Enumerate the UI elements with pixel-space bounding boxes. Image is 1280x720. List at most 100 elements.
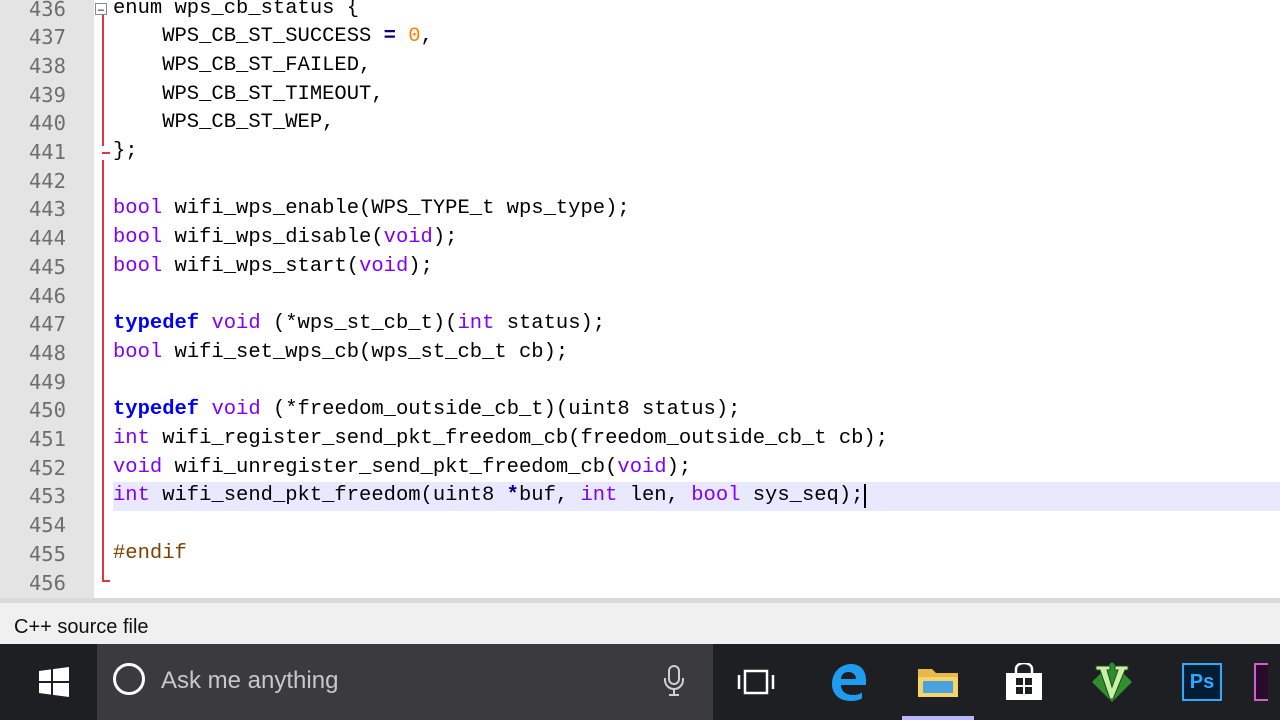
code-line[interactable]: 456: [0, 569, 1280, 598]
code-line[interactable]: 444 bool wifi_wps_disable(void);: [0, 224, 1280, 253]
photoshop-icon[interactable]: Ps: [1166, 644, 1238, 720]
code-token: sys_seq);: [740, 484, 864, 508]
code-line[interactable]: 442: [0, 167, 1280, 196]
edge-icon[interactable]: [812, 644, 884, 720]
search-input[interactable]: Ask me anything: [161, 666, 338, 696]
code-token: );: [432, 226, 458, 250]
code-token: bool: [113, 254, 163, 278]
line-number: 450: [28, 398, 66, 423]
code-token: status);: [494, 312, 606, 336]
code-token: bool: [113, 340, 163, 364]
code-text[interactable]: };: [113, 138, 138, 167]
code-editor[interactable]: − 436 enum wps_cb_status {437 WPS_CB_ST_S…: [0, 0, 1280, 598]
code-line[interactable]: 441};: [0, 138, 1280, 167]
code-line[interactable]: 443 bool wifi_wps_enable(WPS_TYPE_t wps_t…: [0, 195, 1280, 224]
line-number: 447: [28, 312, 66, 337]
line-number: 448: [28, 340, 66, 365]
code-line[interactable]: 437 WPS_CB_ST_SUCCESS = 0,: [0, 23, 1280, 52]
code-token: buf,: [518, 484, 581, 508]
line-number: 446: [28, 283, 66, 308]
code-text[interactable]: typedef void (*freedom_outside_cb_t)(uin…: [113, 396, 740, 425]
code-text[interactable]: typedef void (*wps_st_cb_t)(int status);: [113, 310, 605, 339]
cortana-icon[interactable]: [113, 663, 145, 695]
line-number: 449: [28, 369, 66, 394]
code-text[interactable]: enum wps_cb_status {: [113, 0, 359, 23]
microphone-icon[interactable]: [663, 664, 685, 703]
code-token: int: [580, 484, 618, 508]
code-token: wifi_set_wps_cb(wps_st_cb_t cb);: [162, 340, 569, 364]
code-token: wifi_wps_disable(: [162, 226, 384, 250]
code-token: bool: [113, 226, 163, 250]
code-token: };: [113, 140, 138, 163]
code-line[interactable]: 446: [0, 282, 1280, 311]
code-line[interactable]: 447 typedef void (*wps_st_cb_t)(int statu…: [0, 310, 1280, 339]
code-token: void: [617, 455, 667, 479]
code-text[interactable]: bool wifi_wps_start(void);: [113, 253, 433, 282]
code-token: void: [113, 455, 163, 479]
line-number: 443: [28, 197, 66, 222]
code-line[interactable]: 451 int wifi_register_send_pkt_freedom_cb…: [0, 425, 1280, 454]
code-token: typedef: [113, 398, 200, 422]
code-line[interactable]: 454: [0, 511, 1280, 540]
code-line[interactable]: 453 int wifi_send_pkt_freedom(uint8 *buf,…: [0, 482, 1280, 512]
code-text[interactable]: bool wifi_set_wps_cb(wps_st_cb_t cb);: [113, 339, 568, 368]
code-text[interactable]: int wifi_register_send_pkt_freedom_cb(fr…: [113, 425, 888, 454]
vim-icon[interactable]: [1076, 644, 1148, 720]
code-token: wifi_send_pkt_freedom(uint8: [149, 484, 507, 508]
app-icon-partial[interactable]: [1254, 644, 1280, 720]
code-token: void: [383, 226, 433, 250]
line-number: 440: [28, 111, 66, 136]
code-token: ,: [420, 25, 433, 49]
code-text[interactable]: WPS_CB_ST_SUCCESS = 0,: [113, 23, 433, 52]
code-token: wifi_register_send_pkt_freedom_cb(freedo…: [149, 427, 889, 450]
code-text[interactable]: int wifi_send_pkt_freedom(uint8 *buf, in…: [113, 482, 863, 511]
code-token: wifi_wps_enable(WPS_TYPE_t wps_type);: [162, 197, 630, 221]
code-token: #endif: [113, 541, 187, 565]
code-token: wifi_unregister_send_pkt_freedom_cb(: [162, 455, 618, 479]
line-number: 455: [28, 541, 66, 566]
line-number: 451: [28, 427, 66, 451]
code-token: 0: [408, 25, 421, 49]
line-number: 437: [28, 25, 66, 50]
line-number: 439: [28, 82, 66, 107]
code-token: int: [457, 312, 495, 336]
code-token: int: [113, 427, 150, 450]
code-token: wifi_wps_start(: [162, 254, 360, 278]
code-line[interactable]: 440 WPS_CB_ST_WEP,: [0, 109, 1280, 138]
code-line[interactable]: 448 bool wifi_set_wps_cb(wps_st_cb_t cb);: [0, 339, 1280, 368]
code-line[interactable]: 438 WPS_CB_ST_FAILED,: [0, 52, 1280, 81]
code-token: enum wps_cb_status {: [113, 0, 360, 20]
task-view-icon[interactable]: [720, 644, 792, 720]
code-line[interactable]: 450 typedef void (*freedom_outside_cb_t)(…: [0, 396, 1280, 425]
store-icon[interactable]: [988, 644, 1060, 720]
code-line[interactable]: 449: [0, 368, 1280, 397]
line-number: 441: [28, 140, 66, 164]
code-text[interactable]: WPS_CB_ST_FAILED,: [113, 52, 371, 81]
code-token: len,: [617, 484, 692, 508]
code-token: void: [359, 254, 409, 278]
photoshop-label: Ps: [1182, 663, 1222, 701]
search-box[interactable]: Ask me anything: [97, 644, 713, 720]
code-token: );: [666, 455, 692, 479]
code-line[interactable]: 436 enum wps_cb_status {: [0, 0, 1280, 23]
code-line[interactable]: 439 WPS_CB_ST_TIMEOUT,: [0, 81, 1280, 110]
code-text[interactable]: #endif: [113, 540, 187, 569]
code-text[interactable]: bool wifi_wps_enable(WPS_TYPE_t wps_type…: [113, 195, 630, 224]
line-number: 454: [28, 513, 66, 538]
file-explorer-icon[interactable]: [902, 644, 974, 720]
code-text[interactable]: void wifi_unregister_send_pkt_freedom_cb…: [113, 454, 691, 483]
code-token: typedef: [113, 312, 200, 336]
code-line[interactable]: 455 #endif: [0, 540, 1280, 569]
windows-start-icon[interactable]: [16, 644, 92, 720]
line-number: 453: [28, 484, 66, 509]
code-text[interactable]: WPS_CB_ST_WEP,: [113, 109, 334, 138]
text-caret: [864, 484, 867, 509]
code-line[interactable]: 452 void wifi_unregister_send_pkt_freedom…: [0, 454, 1280, 483]
code-token: WPS_CB_ST_FAILED,: [113, 53, 372, 77]
code-text[interactable]: bool wifi_wps_disable(void);: [113, 224, 457, 253]
code-token: WPS_CB_ST_WEP,: [113, 111, 335, 135]
code-token: WPS_CB_ST_SUCCESS: [113, 25, 384, 49]
code-text[interactable]: WPS_CB_ST_TIMEOUT,: [113, 81, 383, 110]
code-line[interactable]: 445 bool wifi_wps_start(void);: [0, 253, 1280, 282]
code-token: *: [506, 484, 519, 508]
